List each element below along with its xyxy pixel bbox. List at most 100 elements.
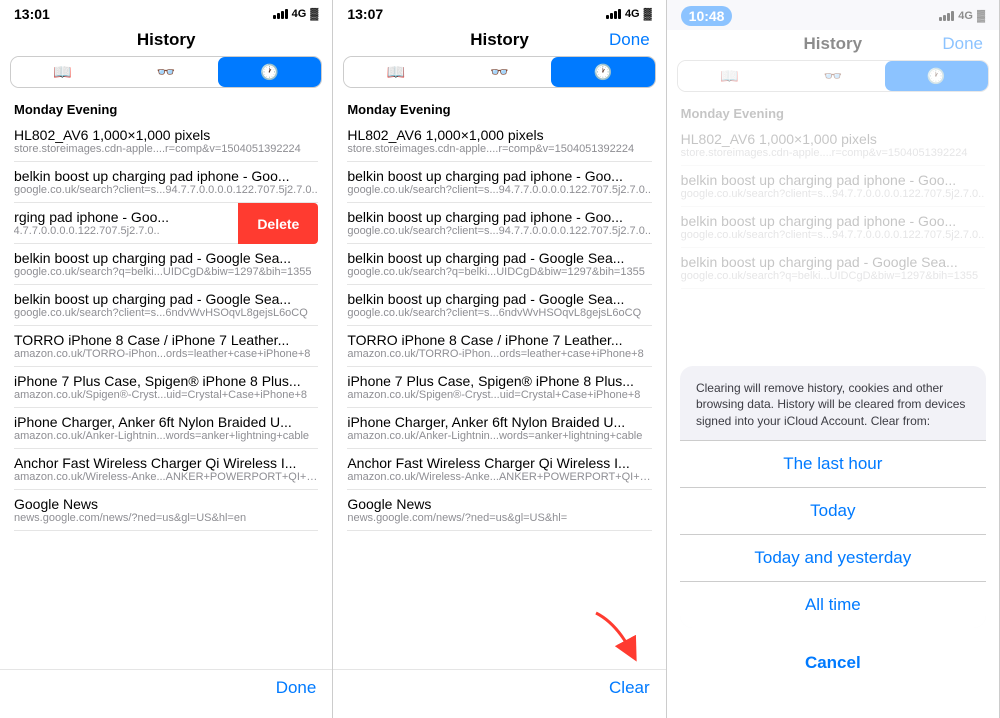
item-title: belkin boost up charging pad iphone - Go… xyxy=(14,168,318,184)
item-title: belkin boost up charging pad iphone - Go… xyxy=(347,209,651,225)
battery-icon-1: ▓ xyxy=(310,8,318,20)
panel-3: 10:48 4G ▓ History Done 📖 👓 🕐 Monday Eve… xyxy=(667,0,1000,718)
nav-bar-1: History xyxy=(0,26,332,56)
history-item[interactable]: belkin boost up charging pad iphone - Go… xyxy=(14,162,318,203)
status-bar-1: 13:01 4G ▓ xyxy=(0,0,332,26)
item-url: store.storeimages.cdn-apple....r=comp&v=… xyxy=(14,143,318,155)
status-time-2: 13:07 xyxy=(347,6,383,22)
tab-bar-1[interactable]: 📖 👓 🕐 xyxy=(10,56,322,88)
section-header-1: Monday Evening xyxy=(14,94,318,121)
history-item[interactable]: Anchor Fast Wireless Charger Qi Wireless… xyxy=(347,449,651,490)
item-title: iPhone 7 Plus Case, Spigen® iPhone 8 Plu… xyxy=(347,373,651,389)
clear-button-2[interactable]: Clear xyxy=(609,678,650,698)
item-url: amazon.co.uk/Spigen®-Cryst...uid=Crystal… xyxy=(347,389,651,401)
clear-dialog-overlay: Clearing will remove history, cookies an… xyxy=(667,0,999,718)
item-title: belkin boost up charging pad - Google Se… xyxy=(347,291,651,307)
item-url: amazon.co.uk/Wireless-Anke...ANKER+POWER… xyxy=(14,471,318,483)
section-header-2: Monday Evening xyxy=(347,94,651,121)
history-item[interactable]: Anchor Fast Wireless Charger Qi Wireless… xyxy=(14,449,318,490)
item-title: TORRO iPhone 8 Case / iPhone 7 Leather..… xyxy=(347,332,651,348)
history-item[interactable]: iPhone Charger, Anker 6ft Nylon Braided … xyxy=(14,408,318,449)
item-url: store.storeimages.cdn-apple....r=comp&v=… xyxy=(347,143,651,155)
item-url: google.co.uk/search?client=s...94.7.7.0.… xyxy=(347,225,651,237)
item-url: news.google.com/news/?ned=us&gl=US&hl=en xyxy=(14,512,318,524)
nav-title-1: History xyxy=(137,30,196,50)
bottom-bar-2: Clear xyxy=(333,669,665,718)
status-icons-2: 4G ▓ xyxy=(606,8,652,20)
status-bar-2: 13:07 4G ▓ xyxy=(333,0,665,26)
clear-option-today[interactable]: Today xyxy=(680,488,986,535)
history-item-swiped[interactable]: boost up charging pad iphone - Goo... uk… xyxy=(14,203,238,244)
history-item[interactable]: TORRO iPhone 8 Case / iPhone 7 Leather..… xyxy=(14,326,318,367)
tab-bookmarks-2[interactable]: 📖 xyxy=(344,57,447,87)
clear-option-all-time[interactable]: All time xyxy=(680,582,986,628)
bottom-bar-1: Done xyxy=(0,669,332,718)
item-title: belkin boost up charging pad iphone - Go… xyxy=(347,168,651,184)
tab-history-2[interactable]: 🕐 xyxy=(551,57,654,87)
tab-bookmarks-1[interactable]: 📖 xyxy=(11,57,114,87)
item-url: google.co.uk/search?q=belki...UIDCgD&biw… xyxy=(14,266,318,278)
item-title: belkin boost up charging pad - Google Se… xyxy=(14,250,318,266)
history-item[interactable]: iPhone 7 Plus Case, Spigen® iPhone 8 Plu… xyxy=(347,367,651,408)
panel-1: 13:01 4G ▓ History 📖 👓 🕐 Monday Evening … xyxy=(0,0,333,718)
item-url: amazon.co.uk/TORRO-iPhon...ords=leather+… xyxy=(14,348,318,360)
item-url: amazon.co.uk/Wireless-Anke...ANKER+POWER… xyxy=(347,471,651,483)
tab-bar-2[interactable]: 📖 👓 🕐 xyxy=(343,56,655,88)
item-title: HL802_AV6 1,000×1,000 pixels xyxy=(347,127,651,143)
swipe-row[interactable]: Delete boost up charging pad iphone - Go… xyxy=(14,203,318,244)
item-title: boost up charging pad iphone - Goo... xyxy=(14,209,238,225)
item-url: google.co.uk/search?q=belki...UIDCgD&biw… xyxy=(347,266,651,278)
history-item[interactable]: iPhone Charger, Anker 6ft Nylon Braided … xyxy=(347,408,651,449)
history-item[interactable]: belkin boost up charging pad iphone - Go… xyxy=(347,203,651,244)
item-url: uk/search?cli...94.7.7.0.0.0.0.122.707.5… xyxy=(14,225,238,237)
item-url: amazon.co.uk/TORRO-iPhon...ords=leather+… xyxy=(347,348,651,360)
history-list-2: Monday Evening HL802_AV6 1,000×1,000 pix… xyxy=(333,94,665,669)
nav-done-2[interactable]: Done xyxy=(609,30,650,50)
item-title: TORRO iPhone 8 Case / iPhone 7 Leather..… xyxy=(14,332,318,348)
history-item[interactable]: HL802_AV6 1,000×1,000 pixels store.store… xyxy=(347,121,651,162)
signal-icon-2 xyxy=(606,9,621,19)
panel-2: 13:07 4G ▓ History Done 📖 👓 🕐 Monday Eve… xyxy=(333,0,666,718)
nav-bar-2: History Done xyxy=(333,26,665,56)
tab-reading-2[interactable]: 👓 xyxy=(448,57,551,87)
item-url: amazon.co.uk/Spigen®-Cryst...uid=Crystal… xyxy=(14,389,318,401)
item-url: google.co.uk/search?client=s...6ndvWvHSO… xyxy=(347,307,651,319)
nav-title-2: History xyxy=(470,30,529,50)
history-item[interactable]: iPhone 7 Plus Case, Spigen® iPhone 8 Plu… xyxy=(14,367,318,408)
item-title: Anchor Fast Wireless Charger Qi Wireless… xyxy=(14,455,318,471)
clear-option-last-hour[interactable]: The last hour xyxy=(680,441,986,488)
item-title: iPhone 7 Plus Case, Spigen® iPhone 8 Plu… xyxy=(14,373,318,389)
history-item[interactable]: belkin boost up charging pad - Google Se… xyxy=(347,285,651,326)
network-label-2: 4G xyxy=(625,8,640,20)
status-icons-1: 4G ▓ xyxy=(273,8,319,20)
item-title: Google News xyxy=(14,496,318,512)
history-item[interactable]: Google News news.google.com/news/?ned=us… xyxy=(347,490,651,531)
cancel-button[interactable]: Cancel xyxy=(680,638,986,688)
signal-icon-1 xyxy=(273,9,288,19)
tab-reading-1[interactable]: 👓 xyxy=(114,57,217,87)
item-title: iPhone Charger, Anker 6ft Nylon Braided … xyxy=(347,414,651,430)
item-url: amazon.co.uk/Anker-Lightnin...words=anke… xyxy=(14,430,318,442)
clear-option-today-yesterday[interactable]: Today and yesterday xyxy=(680,535,986,582)
clear-dialog-message: Clearing will remove history, cookies an… xyxy=(680,366,986,441)
history-item[interactable]: belkin boost up charging pad - Google Se… xyxy=(347,244,651,285)
item-title: HL802_AV6 1,000×1,000 pixels xyxy=(14,127,318,143)
history-item[interactable]: HL802_AV6 1,000×1,000 pixels store.store… xyxy=(14,121,318,162)
done-button-1[interactable]: Done xyxy=(276,678,317,698)
history-list-1: Monday Evening HL802_AV6 1,000×1,000 pix… xyxy=(0,94,332,669)
battery-icon-2: ▓ xyxy=(644,8,652,20)
status-time-1: 13:01 xyxy=(14,6,50,22)
delete-button[interactable]: Delete xyxy=(238,203,318,244)
history-item[interactable]: belkin boost up charging pad - Google Se… xyxy=(14,285,318,326)
item-url: google.co.uk/search?client=s...94.7.7.0.… xyxy=(14,184,318,196)
history-item[interactable]: belkin boost up charging pad - Google Se… xyxy=(14,244,318,285)
item-url: google.co.uk/search?client=s...6ndvWvHSO… xyxy=(14,307,318,319)
tab-history-1[interactable]: 🕐 xyxy=(218,57,321,87)
history-item[interactable]: Google News news.google.com/news/?ned=us… xyxy=(14,490,318,531)
history-item[interactable]: TORRO iPhone 8 Case / iPhone 7 Leather..… xyxy=(347,326,651,367)
clear-dialog: Clearing will remove history, cookies an… xyxy=(680,366,986,628)
history-item[interactable]: belkin boost up charging pad iphone - Go… xyxy=(347,162,651,203)
item-url: google.co.uk/search?client=s...94.7.7.0.… xyxy=(347,184,651,196)
item-title: Google News xyxy=(347,496,651,512)
network-label-1: 4G xyxy=(292,8,307,20)
